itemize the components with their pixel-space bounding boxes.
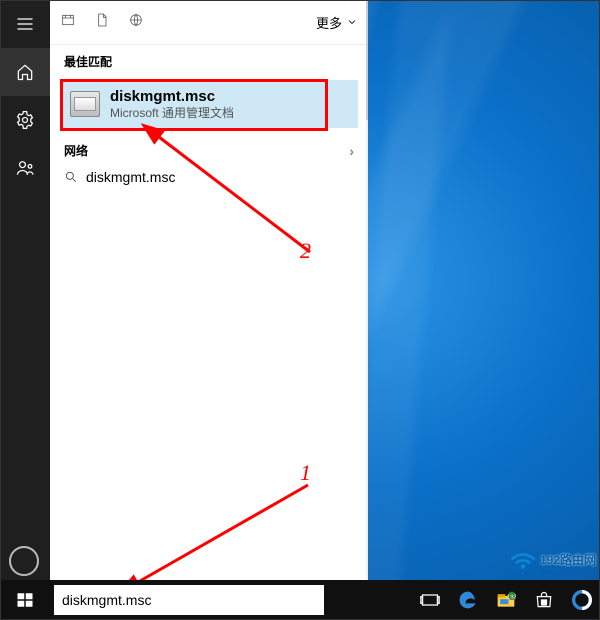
taskbar-search-box[interactable] — [54, 585, 324, 615]
hamburger-icon[interactable] — [0, 0, 50, 48]
chevron-right-icon: › — [349, 143, 354, 159]
search-input[interactable] — [62, 592, 316, 608]
home-icon[interactable] — [0, 48, 50, 96]
watermark: 192路由网 .ly.com — [510, 551, 596, 576]
best-match-header: 最佳匹配 — [50, 45, 368, 76]
app-icon[interactable] — [570, 588, 594, 612]
edge-icon[interactable] — [456, 588, 480, 612]
store-icon[interactable] — [532, 588, 556, 612]
web-group-header[interactable]: 网络 › — [50, 132, 368, 163]
task-view-icon[interactable] — [418, 588, 442, 612]
watermark-brand: 192路由网 — [540, 553, 596, 567]
search-icon — [64, 170, 78, 184]
recent-icon[interactable] — [60, 12, 76, 33]
start-rail — [0, 0, 50, 580]
explorer-icon[interactable]: 192 — [494, 588, 518, 612]
start-button[interactable] — [0, 580, 50, 620]
web-item-label: diskmgmt.msc — [86, 169, 175, 185]
settings-gear-icon[interactable] — [0, 96, 50, 144]
web-search-item[interactable]: diskmgmt.msc — [50, 163, 368, 191]
more-label: 更多 — [316, 13, 342, 32]
chevron-down-icon — [346, 16, 358, 28]
annotation-number-2: 2 — [300, 238, 311, 264]
watermark-url: .ly.com — [540, 569, 596, 576]
web-group-label: 网络 — [64, 142, 88, 159]
scrollbar[interactable] — [366, 0, 368, 580]
document-icon[interactable] — [94, 12, 110, 33]
search-panel-top: 更多 — [50, 0, 368, 45]
annotation-number-1: 1 — [300, 460, 311, 486]
taskbar: 192 — [0, 580, 600, 620]
cortana-circle-icon[interactable] — [9, 546, 39, 576]
wifi-icon — [510, 551, 536, 576]
svg-text:192: 192 — [507, 594, 516, 600]
account-icon[interactable] — [0, 144, 50, 192]
windows-logo-icon — [16, 591, 34, 609]
web-icon[interactable] — [128, 12, 144, 33]
annotation-box-2 — [60, 79, 328, 131]
more-dropdown[interactable]: 更多 — [316, 13, 358, 32]
